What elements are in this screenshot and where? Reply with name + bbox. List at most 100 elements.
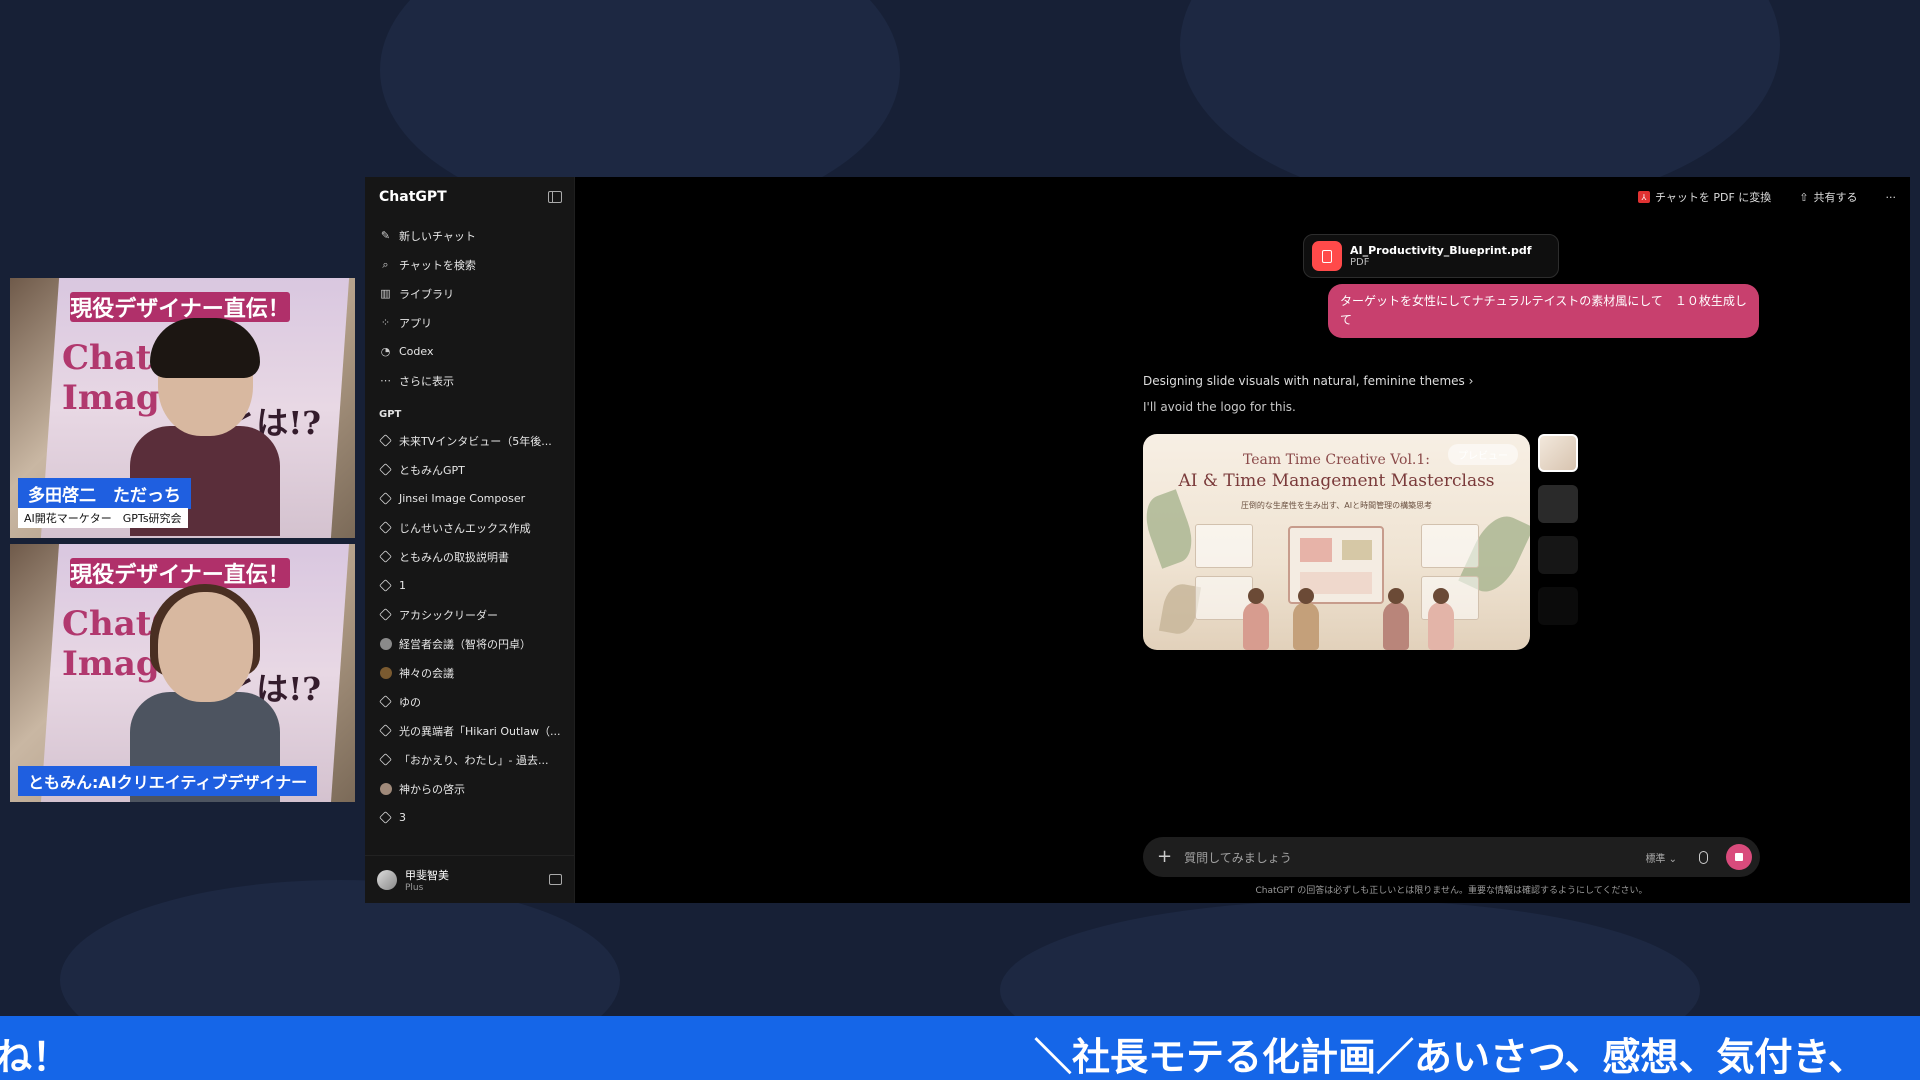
attached-file[interactable]: AI_Productivity_Blueprint.pdf PDF [1303,234,1559,278]
sidebar-menu: ✎ 新しいチャット ⌕ チャットを検索 ▥ ライブラリ ⁘ アプリ ◔ Codex ⋯ さら… [365,217,574,395]
cube-icon [379,753,392,766]
sidebar-item-gpt[interactable]: アカシックリーダー [365,600,574,629]
user-name: 甲斐智美 [405,868,449,882]
image-figure [1243,588,1269,650]
cube-icon [379,550,392,563]
image-title-line2: AI & Time Management Masterclass [1178,471,1495,491]
sidebar-item-apps[interactable]: ⁘ アプリ [365,308,574,337]
sidebar-item-gpt[interactable]: 経営者会議（智将の円卓） [365,629,574,658]
thinking-label: Designing slide visuals with natural, fe… [1143,374,1465,388]
file-name: AI_Productivity_Blueprint.pdf [1350,244,1532,257]
generated-image[interactable]: Team Time Creative Vol.1: AI & Time Mana… [1143,434,1530,650]
webcam-panel-tada: 現役デザイナー直伝！ ChatGPT Image2.0 とは!? 多田啓二 ただ… [10,278,355,538]
cube-icon [379,434,392,447]
sidebar-toggle-icon[interactable] [548,191,562,203]
sidebar-item-gpt[interactable]: Jinsei Image Composer [365,484,574,513]
microphone-icon[interactable] [1699,850,1708,864]
sidebar-item-label: 光の異端者「Hikari Outlaw（... [399,724,561,738]
sidebar-item-label: アプリ [399,316,432,330]
edit-icon: ✎ [380,229,391,242]
disclaimer: ChatGPT の回答は必ずしも正しいとは限りません。重要な情報は確認するように… [1255,886,1648,896]
ticker-text-right: ＼社長モテる化計画／あいさつ、感想、気付き、 [1034,1035,1866,1079]
thumbnail-item[interactable] [1538,434,1578,472]
sidebar-item-library[interactable]: ▥ ライブラリ [365,279,574,308]
message-input[interactable]: 質問してみましょう [1184,849,1645,866]
file-type: PDF [1350,257,1370,268]
sidebar-item-gpt[interactable]: ともみんの取扱説明書 [365,542,574,571]
cube-icon [379,579,392,592]
sidebar-item-label: ライブラリ [399,287,454,301]
composer: + 質問してみましょう 標準 ⌄ [1143,837,1760,877]
more-options-button[interactable]: ··· [1886,191,1897,204]
cube-icon [379,492,392,505]
more-icon: ··· [1885,190,1897,204]
search-icon: ⌕ [382,257,389,271]
user-profile[interactable]: 甲斐智美 Plus [365,855,574,903]
sidebar-item-label: じんせいさんエックス作成 [399,521,531,535]
file-info: AI_Productivity_Blueprint.pdf PDF [1350,244,1532,268]
cube-icon [379,811,392,824]
file-icon [1312,241,1342,271]
sidebar-item-gpt[interactable]: 1 [365,571,574,600]
convert-pdf-button[interactable]: ⅄ チャットを PDF に変換 [1637,189,1772,205]
chevron-right-icon: › [1468,374,1474,388]
chat-main: ⅄ チャットを PDF に変換 ⇧ 共有する ··· AI_Productivity… [575,177,1910,903]
sidebar-item-label: さらに表示 [399,374,454,388]
thumbnail-item[interactable] [1538,587,1578,625]
top-bar: ⅄ チャットを PDF に変換 ⇧ 共有する ··· [1637,189,1897,205]
sidebar-item-label: 新しいチャット [399,229,476,243]
image-figure [1383,588,1409,650]
sidebar-item-label: Jinsei Image Composer [399,492,526,505]
speaker-name-tag: ともみん:AIクリエイティブデザイナー [18,766,318,796]
cube-icon [379,521,392,534]
sidebar-item-gpt[interactable]: じんせいさんエックス作成 [365,513,574,542]
sidebar-item-gpt[interactable]: 光の異端者「Hikari Outlaw（... [365,716,574,745]
sidebar-item-gpt[interactable]: 神からの啓示 [365,774,574,803]
person-video [130,584,280,802]
thumbnail-item[interactable] [1538,485,1578,523]
apps-icon: ⁘ [380,316,391,329]
sidebar-item-new-chat[interactable]: ✎ 新しいチャット [365,221,574,250]
avatar [377,869,397,890]
convert-pdf-label: チャットを PDF に変換 [1654,191,1772,204]
sidebar-item-gpt[interactable]: ともみんGPT [365,455,574,484]
sidebar-item-search[interactable]: ⌕ チャットを検索 [365,250,574,279]
sidebar-item-gpt[interactable]: 神々の会議 [365,658,574,687]
sidebar-item-gpt[interactable]: 未来TVインタビュー（5年後... [365,426,574,455]
sidebar-item-gpt[interactable]: 「おかえり、わたし」- 過去... [365,745,574,774]
sidebar-item-more[interactable]: ⋯ さらに表示 [365,366,574,395]
model-mode-selector[interactable]: 標準 ⌄ [1645,850,1677,865]
sidebar-item-label: Codex [399,345,434,358]
sidebar-item-gpt[interactable]: 3 [365,803,574,832]
sidebar-item-gpt[interactable]: ゆの [365,687,574,716]
image-figure [1428,588,1454,650]
plus-icon[interactable]: + [1157,848,1172,866]
poster-title: 現役デザイナー直伝！ [70,292,290,322]
sidebar-item-label: 神々の会議 [399,666,454,680]
person-hair [150,318,260,378]
brand-title: ChatGPT [379,189,447,205]
poster-title: 現役デザイナー直伝！ [70,558,290,588]
news-ticker: ね！ ＼社長モテる化計画／あいさつ、感想、気付き、 [0,1016,1920,1080]
assistant-message: I'll avoid the logo for this. [1143,400,1296,414]
pdf-icon: ⅄ [1637,191,1650,203]
user-info: 甲斐智美 Plus [405,867,449,893]
sidebar-fade [365,837,574,857]
gpt-list: 未来TVインタビュー（5年後... ともみんGPT Jinsei Image C… [365,426,574,832]
share-button[interactable]: ⇧ 共有する [1799,189,1857,205]
sidebar-item-label: 1 [399,579,406,592]
thumbnail-item[interactable] [1538,536,1578,574]
stop-button[interactable] [1726,844,1752,870]
avatar-icon [379,782,392,795]
sidebar-item-codex[interactable]: ◔ Codex [365,337,574,366]
cube-icon [379,463,392,476]
thinking-summary[interactable]: Designing slide visuals with natural, fe… [1143,374,1473,388]
image-subtitle: 圧倒的な生産性を生み出す、AIと時間管理の構築思考 [1240,501,1433,510]
settings-icon[interactable] [549,874,562,885]
cube-icon [379,724,392,737]
user-plan: Plus [405,882,424,893]
sidebar-item-label: チャットを検索 [399,258,476,272]
sidebar-item-label: アカシックリーダー [399,608,498,622]
webcam-panel-tomomin: 現役デザイナー直伝！ ChatGPT Image2.0 とは!? ともみん:AI… [10,544,355,802]
sidebar-header: ChatGPT [365,177,574,217]
